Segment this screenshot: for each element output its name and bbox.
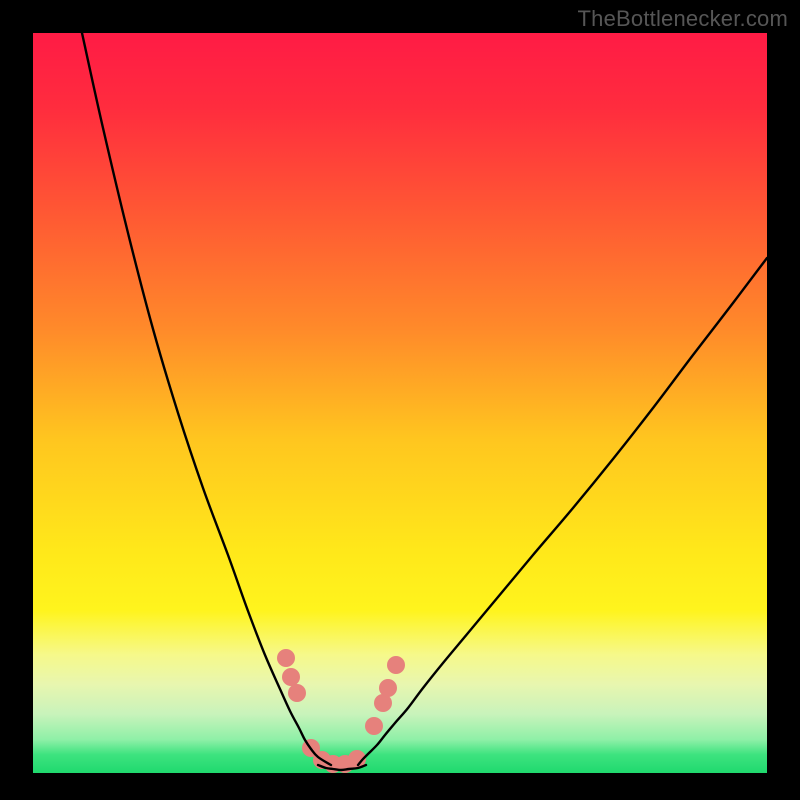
data-marker [387,656,405,674]
data-marker [288,684,306,702]
watermark-text: TheBottlenecker.com [578,6,788,32]
data-marker [379,679,397,697]
curve-right [358,258,767,765]
data-markers [277,649,405,773]
data-marker [282,668,300,686]
curves-layer [33,33,767,773]
plot-area [33,33,767,773]
data-marker [365,717,383,735]
chart-frame: TheBottlenecker.com [0,0,800,800]
data-marker [277,649,295,667]
